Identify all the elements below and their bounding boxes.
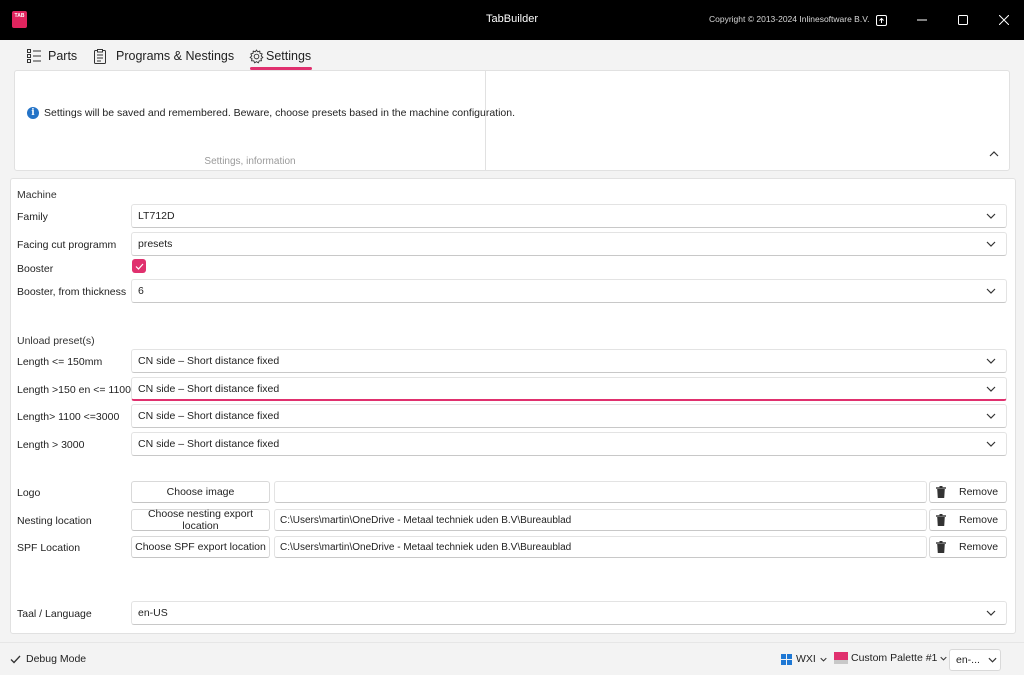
info-message-text: Settings will be saved and remembered. B… bbox=[44, 107, 516, 119]
minimize-button[interactable] bbox=[910, 8, 934, 32]
collapse-button[interactable] bbox=[987, 147, 1001, 161]
remove-label: Remove bbox=[959, 514, 999, 526]
maximize-icon bbox=[958, 15, 968, 25]
close-icon bbox=[999, 15, 1009, 25]
tab-programs-nestings[interactable]: Programs & Nestings bbox=[94, 47, 234, 65]
unload-preset-dropdown[interactable]: CN side – Short distance fixed bbox=[131, 377, 1007, 401]
language-value: en-US bbox=[138, 607, 168, 619]
trash-icon bbox=[936, 514, 946, 526]
family-value: LT712D bbox=[138, 210, 175, 222]
booster-thickness-dropdown[interactable]: 6 bbox=[131, 279, 1007, 303]
chevron-down-icon bbox=[986, 413, 996, 419]
machine-section-title: Machine bbox=[17, 189, 57, 201]
status-language-dropdown[interactable]: en-... bbox=[949, 649, 1001, 671]
unload-length-label: Length> 1100 <=3000 bbox=[17, 411, 120, 423]
facing-cut-value: presets bbox=[138, 238, 173, 250]
language-label: Taal / Language bbox=[17, 608, 92, 620]
chevron-down-icon bbox=[986, 386, 996, 392]
choose-nesting-location-button[interactable]: Choose nesting export location bbox=[131, 508, 270, 532]
info-message: i Settings will be saved and remembered.… bbox=[27, 107, 515, 119]
choose-image-button[interactable]: Choose image bbox=[131, 481, 270, 503]
debug-mode-toggle[interactable]: Debug Mode bbox=[10, 653, 86, 665]
unload-preset-dropdown[interactable]: CN side – Short distance fixed bbox=[131, 349, 1007, 373]
remove-label: Remove bbox=[959, 541, 999, 553]
chevron-down-icon bbox=[940, 656, 948, 661]
remove-label: Remove bbox=[959, 486, 999, 498]
nesting-location-path-field[interactable]: C:\Users\martin\OneDrive - Metaal techni… bbox=[274, 509, 927, 531]
theme-label: WXI bbox=[796, 653, 816, 665]
tab-parts[interactable]: Parts bbox=[27, 47, 77, 65]
nesting-location-label: Nesting location bbox=[17, 515, 92, 527]
family-label: Family bbox=[17, 211, 48, 223]
chevron-down-icon bbox=[820, 657, 827, 662]
clipboard-icon bbox=[94, 48, 106, 64]
palette-selector[interactable]: Custom Palette #1 bbox=[834, 652, 948, 664]
logo-path-field[interactable] bbox=[274, 481, 927, 503]
info-divider bbox=[485, 71, 486, 170]
unload-preset-value: CN side – Short distance fixed bbox=[138, 438, 280, 450]
status-bar: Debug Mode WXI Custom Palette #1 en-... bbox=[0, 642, 1024, 675]
pin-button[interactable] bbox=[869, 8, 893, 32]
chevron-down-icon bbox=[986, 610, 996, 616]
unload-section-title: Unload preset(s) bbox=[17, 335, 95, 347]
check-icon bbox=[135, 263, 143, 270]
tab-bar: Parts Programs & Nestings Settings bbox=[0, 40, 1024, 70]
gear-icon bbox=[249, 48, 264, 63]
chevron-down-icon bbox=[986, 241, 996, 247]
unload-length-label: Length <= 150mm bbox=[17, 356, 103, 368]
title-bar: TAB TabBuilder Copyright © 2013-2024 Inl… bbox=[0, 0, 1024, 40]
unload-length-label: Length > 3000 bbox=[17, 439, 85, 451]
trash-icon bbox=[936, 486, 946, 498]
unload-preset-value: CN side – Short distance fixed bbox=[138, 382, 280, 395]
spf-location-label: SPF Location bbox=[17, 542, 81, 554]
booster-checkbox[interactable] bbox=[132, 259, 146, 273]
chevron-down-icon bbox=[986, 358, 996, 364]
booster-label: Booster bbox=[17, 263, 54, 275]
remove-spf-location-button[interactable]: Remove bbox=[929, 536, 1007, 558]
remove-logo-button[interactable]: Remove bbox=[929, 481, 1007, 503]
maximize-button[interactable] bbox=[951, 8, 975, 32]
booster-thickness-value: 6 bbox=[138, 285, 144, 297]
palette-swatch-icon bbox=[834, 652, 848, 664]
tab-programs-nestings-label: Programs & Nestings bbox=[116, 49, 235, 63]
family-dropdown[interactable]: LT712D bbox=[131, 204, 1007, 228]
chevron-down-icon bbox=[988, 657, 997, 663]
tab-settings-label: Settings bbox=[266, 49, 312, 63]
remove-nesting-location-button[interactable]: Remove bbox=[929, 509, 1007, 531]
chevron-down-icon bbox=[986, 213, 996, 219]
choose-spf-location-button[interactable]: Choose SPF export location bbox=[131, 536, 270, 558]
check-icon bbox=[10, 655, 21, 663]
theme-selector[interactable]: WXI bbox=[781, 653, 827, 665]
chevron-down-icon bbox=[986, 441, 996, 447]
tab-parts-label: Parts bbox=[48, 49, 78, 63]
trash-icon bbox=[936, 541, 946, 553]
booster-thickness-label: Booster, from thickness bbox=[17, 286, 127, 298]
unload-preset-dropdown[interactable]: CN side – Short distance fixed bbox=[131, 432, 1007, 456]
unload-preset-value: CN side – Short distance fixed bbox=[138, 410, 280, 422]
facing-cut-label: Facing cut programm bbox=[17, 239, 117, 251]
unload-length-label: Length >150 en <= 1100 bbox=[17, 384, 131, 396]
minimize-icon bbox=[917, 19, 927, 21]
debug-mode-label: Debug Mode bbox=[26, 653, 87, 665]
chevron-down-icon bbox=[986, 288, 996, 294]
tab-settings[interactable]: Settings bbox=[249, 47, 311, 65]
status-language-value: en-... bbox=[956, 654, 980, 666]
unload-preset-dropdown[interactable]: CN side – Short distance fixed bbox=[131, 404, 1007, 428]
settings-info-panel: i Settings will be saved and remembered.… bbox=[14, 70, 1010, 171]
close-button[interactable] bbox=[992, 8, 1016, 32]
pin-icon bbox=[875, 14, 887, 26]
windows-icon bbox=[781, 653, 792, 665]
logo-label: Logo bbox=[17, 487, 41, 499]
copyright-text: Copyright © 2013-2024 Inlinesoftware B.V… bbox=[709, 14, 870, 24]
info-caption: Settings, information bbox=[204, 156, 296, 167]
info-icon: i bbox=[27, 107, 39, 119]
unload-preset-value: CN side – Short distance fixed bbox=[138, 355, 280, 367]
chevron-up-icon bbox=[989, 151, 999, 157]
spf-location-path-field[interactable]: C:\Users\martin\OneDrive - Metaal techni… bbox=[274, 536, 927, 558]
palette-label: Custom Palette #1 bbox=[851, 652, 938, 664]
facing-cut-dropdown[interactable]: presets bbox=[131, 232, 1007, 256]
list-icon bbox=[27, 49, 41, 63]
language-dropdown[interactable]: en-US bbox=[131, 601, 1007, 625]
